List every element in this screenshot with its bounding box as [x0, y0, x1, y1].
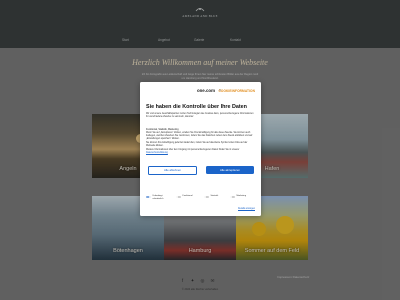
accept-all-button[interactable]: Alle akzeptieren — [206, 166, 254, 174]
consent-title: Sie haben die Kontrolle über Ihre Daten — [146, 104, 247, 110]
toggle-switch[interactable] — [204, 195, 209, 199]
brand-cookieinformation: COOKIEINFORMATION — [218, 88, 255, 93]
consent-paragraph: Wir und unsere Geschäftspartner nutzen T… — [146, 113, 254, 118]
toggle-switch[interactable] — [230, 195, 235, 199]
toggle-label: Statistik — [210, 195, 219, 198]
cookie-consent-dialog: one.com x COOKIEINFORMATION Sie haben di… — [140, 82, 261, 216]
consent-body-more: Wenn Sie auf „Akzeptieren“ klicken, erte… — [146, 132, 256, 157]
toggle-label: Funktional — [182, 195, 193, 198]
privacy-policy-link[interactable]: Datenschutzerklärung — [146, 152, 168, 154]
show-details-link[interactable]: Details anzeigen — [238, 208, 255, 210]
consent-purposes: Funktional, Statistik, Marketing — [146, 127, 179, 131]
consent-paragraph-text: Weitere Informationen über den Umgang mi… — [146, 149, 240, 152]
consent-body: Wir und unsere Geschäftspartner nutzen T… — [146, 113, 256, 120]
toggle-switch[interactable] — [146, 195, 151, 199]
consent-paragraph: Sie können Ihre Einwilligung jederzeit w… — [146, 142, 248, 148]
consent-paragraph: Weitere Informationen über den Umgang mi… — [146, 149, 256, 155]
toggle-label: Unbedingt erforderlich — [152, 195, 164, 200]
consent-toggles: Unbedingt erforderlich Funktional Statis… — [146, 195, 258, 203]
reject-all-button[interactable]: Alle ablehnen — [148, 166, 197, 176]
toggle-switch[interactable] — [176, 195, 181, 199]
consent-paragraph: Wenn Sie auf „Akzeptieren“ klicken, erte… — [146, 132, 253, 140]
toggle-label: Marketing — [236, 195, 247, 198]
consent-brand: one.com x COOKIEINFORMATION — [140, 88, 261, 94]
brand-one-com: one.com — [196, 88, 215, 93]
